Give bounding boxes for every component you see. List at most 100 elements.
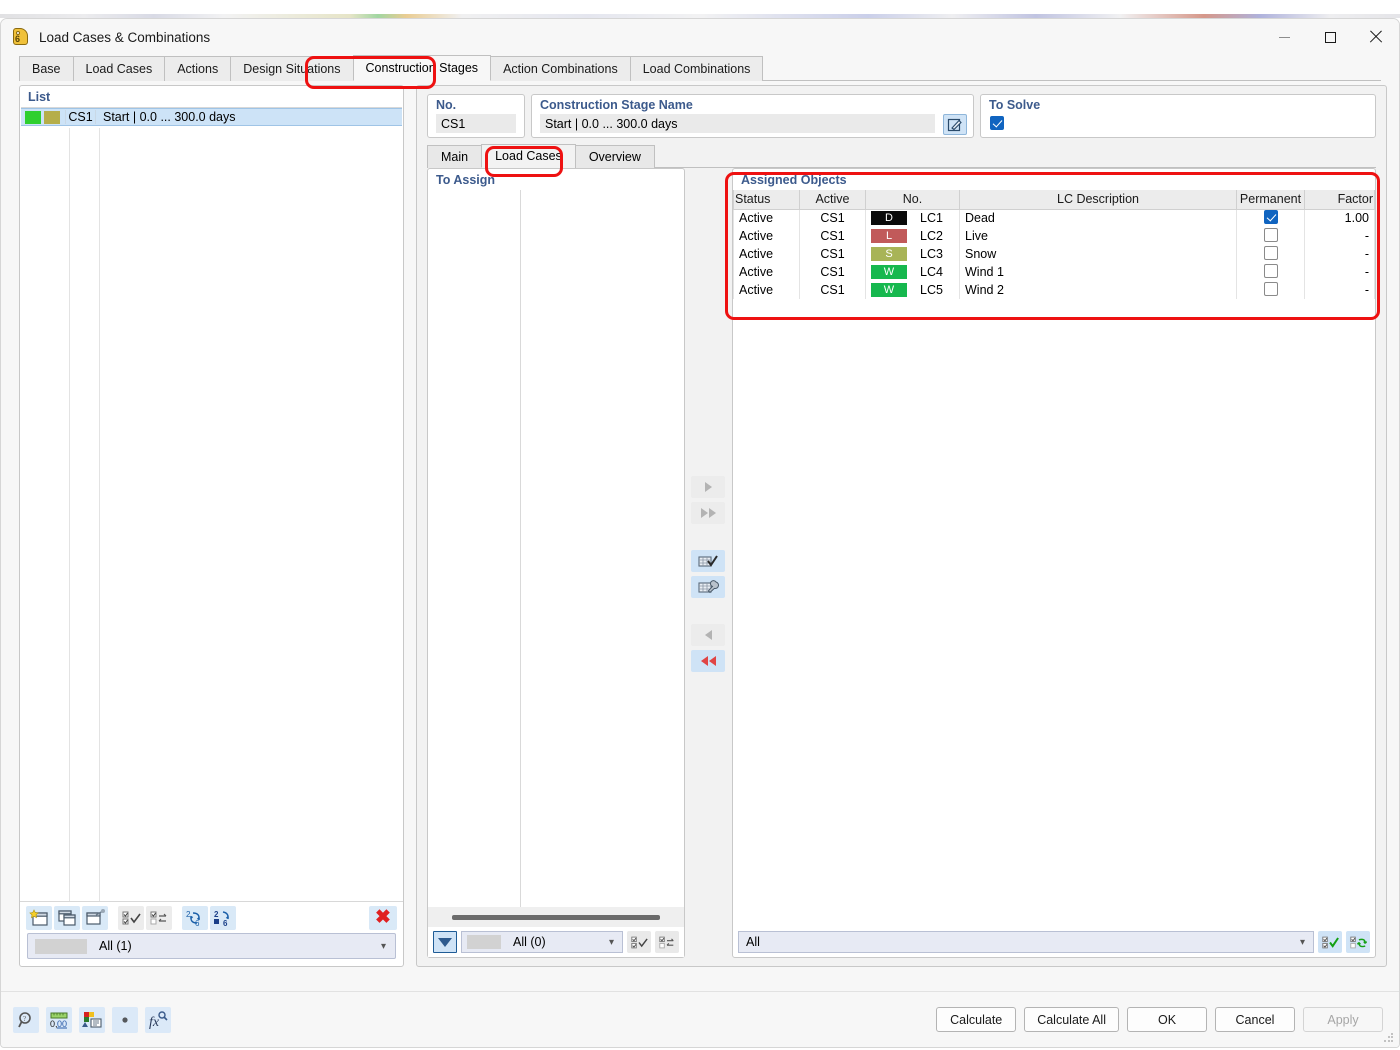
column-header-factor[interactable]: Factor <box>1304 190 1375 210</box>
tab-actions[interactable]: Actions <box>164 56 232 81</box>
to-assign-filter-combo[interactable]: All (0) ▾ <box>461 931 623 953</box>
table-header-row: Status Active No. LC Description Permanent Fa… <box>733 190 1375 210</box>
permanent-checkbox[interactable] <box>1263 227 1278 242</box>
to-assign-footer: All (0) ▾ <box>428 927 684 957</box>
invert-selection-button[interactable] <box>146 905 172 930</box>
stage-list[interactable]: CS1 Start | 0.0 ... 300.0 days <box>21 107 402 901</box>
import-stage-button[interactable] <box>82 905 108 930</box>
subtab-load-cases[interactable]: Load Cases <box>481 144 576 168</box>
edit-pencil-icon <box>947 118 962 131</box>
tab-construction-stages[interactable]: Construction Stages <box>352 55 492 81</box>
cell-factor: 1.00 <box>1304 209 1375 227</box>
copy-stage-button[interactable] <box>54 905 80 930</box>
stage-color-swatches <box>21 110 65 124</box>
load-case-badge: D <box>871 211 907 226</box>
dialog-footer: ? 0, 00 fx Calculate Calculate All OK Ca… <box>1 991 1399 1047</box>
svg-text:fx: fx <box>149 1015 160 1029</box>
calculate-button[interactable]: Calculate <box>936 1007 1017 1032</box>
minimize-button[interactable] <box>1261 19 1307 55</box>
cancel-button[interactable]: Cancel <box>1215 1007 1295 1032</box>
sequence-button[interactable]: 2 6 <box>210 905 236 930</box>
to-solve-checkbox[interactable] <box>990 116 1004 130</box>
ok-button[interactable]: OK <box>1127 1007 1207 1032</box>
assign-new-load-case-button[interactable] <box>691 550 725 572</box>
cell-active: CS1 <box>799 245 866 263</box>
to-assign-column-divider <box>520 190 521 907</box>
tab-load-cases[interactable]: Load Cases <box>72 56 166 81</box>
scrollbar-thumb[interactable] <box>452 914 660 920</box>
permanent-checkbox[interactable] <box>1263 281 1278 296</box>
assigned-refresh-button[interactable] <box>1346 931 1370 953</box>
info-magnifier-button[interactable]: ? <box>13 1006 39 1033</box>
list-item[interactable]: CS1 Start | 0.0 ... 300.0 days <box>21 108 402 126</box>
display-properties-button[interactable] <box>79 1006 105 1033</box>
column-header-status[interactable]: Status <box>733 190 800 210</box>
select-all-button[interactable] <box>118 905 144 930</box>
to-assign-hscrollbar[interactable] <box>428 907 684 927</box>
tab-base[interactable]: Base <box>19 56 74 81</box>
cell-permanent <box>1236 209 1305 227</box>
assign-invert-button[interactable] <box>655 931 679 953</box>
cell-status: Active <box>733 263 800 281</box>
column-header-permanent[interactable]: Permanent <box>1236 190 1305 210</box>
formula-button[interactable]: fx <box>145 1006 171 1033</box>
move-right-button[interactable] <box>691 476 725 498</box>
window-title: Load Cases & Combinations <box>39 29 211 45</box>
calculate-all-button[interactable]: Calculate All <box>1024 1007 1119 1032</box>
combo-chip <box>35 938 87 954</box>
table-row[interactable]: Active CS1 S LC3 Snow - <box>733 245 1375 263</box>
new-stage-button[interactable] <box>26 905 52 930</box>
maximize-button[interactable] <box>1307 19 1353 55</box>
stage-name-input[interactable]: Start | 0.0 ... 300.0 days <box>540 114 935 133</box>
fx-icon: fx <box>149 1010 168 1029</box>
minimize-icon <box>1278 36 1290 38</box>
close-button[interactable] <box>1353 19 1399 55</box>
permanent-checkbox[interactable] <box>1263 209 1278 224</box>
table-row[interactable]: Active CS1 D LC1 Dead 1.00 <box>733 209 1375 227</box>
subtab-overview[interactable]: Overview <box>574 145 655 168</box>
dot-button[interactable] <box>112 1006 138 1033</box>
cell-status: Active <box>733 281 800 299</box>
units-button[interactable]: 0, 00 <box>46 1006 72 1033</box>
cell-active: CS1 <box>799 227 866 245</box>
to-solve-group: To Solve <box>980 94 1376 138</box>
resize-grip[interactable] <box>1383 1032 1395 1044</box>
stage-no-input[interactable]: CS1 <box>436 114 516 133</box>
chevron-down-icon: ▾ <box>1299 936 1305 948</box>
table-row[interactable]: Active CS1 W LC4 Wind 1 - <box>733 263 1375 281</box>
new-window-star-icon <box>29 908 48 926</box>
subtab-main[interactable]: Main <box>427 145 483 168</box>
to-assign-filter-button[interactable] <box>433 931 457 953</box>
permanent-checkbox[interactable] <box>1263 245 1278 260</box>
assigned-select-all-button[interactable] <box>1318 931 1342 953</box>
grid-wrench-icon <box>698 580 719 594</box>
table-row[interactable]: Active CS1 W LC5 Wind 2 - <box>733 281 1375 299</box>
edit-stage-name-button[interactable] <box>943 114 967 135</box>
table-row[interactable]: Active CS1 L LC2 Live - <box>733 227 1375 245</box>
stage-filter-combo[interactable]: All (1) ▾ <box>27 933 396 959</box>
checklist-swap-icon <box>659 936 674 948</box>
column-header-no[interactable]: No. <box>865 190 960 210</box>
delete-stage-button[interactable]: ✖ <box>369 905 397 930</box>
edit-load-case-button[interactable] <box>691 576 725 598</box>
move-all-right-button[interactable] <box>691 502 725 524</box>
cell-description: Snow <box>959 245 1237 263</box>
permanent-checkbox[interactable] <box>1263 263 1278 278</box>
to-assign-caption: To Assign <box>436 173 496 187</box>
to-assign-list[interactable] <box>428 190 684 907</box>
renumber-button[interactable]: 2 6 <box>182 905 208 930</box>
column-header-active[interactable]: Active <box>799 190 866 210</box>
assigned-filter-combo[interactable]: All ▾ <box>738 931 1314 953</box>
assign-select-all-button[interactable] <box>627 931 651 953</box>
move-all-left-button[interactable] <box>691 650 725 672</box>
stage-list-panel: List CS1 Start | 0.0 ... 300.0 days 2 6 … <box>19 85 404 967</box>
column-header-lc-description[interactable]: LC Description <box>959 190 1237 210</box>
tab-load-combinations[interactable]: Load Combinations <box>629 56 764 81</box>
tab-design-situations[interactable]: Design Situations <box>230 56 354 81</box>
cell-no: W LC4 <box>865 263 960 281</box>
stage-no-group: No. CS1 <box>427 94 525 138</box>
stage-name-group: Construction Stage Name Start | 0.0 ... … <box>531 94 974 138</box>
move-left-button[interactable] <box>691 624 725 646</box>
tab-action-combinations[interactable]: Action Combinations <box>490 56 631 81</box>
transfer-button-column <box>689 476 727 672</box>
